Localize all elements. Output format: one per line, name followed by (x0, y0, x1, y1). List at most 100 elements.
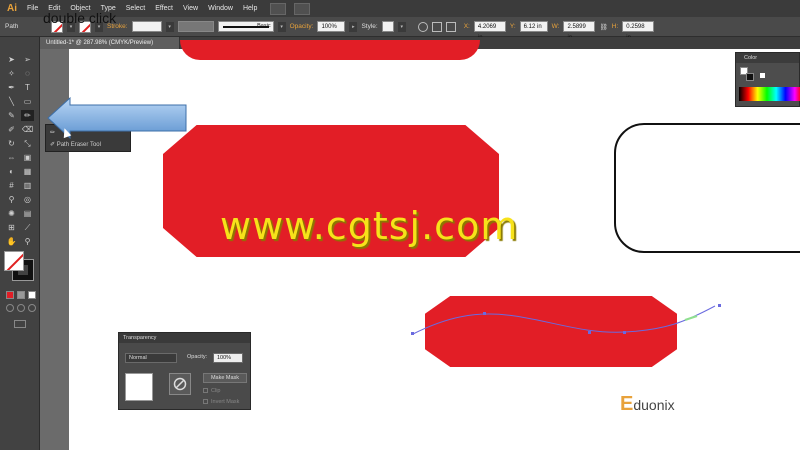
blend-tool-icon[interactable]: ◎ (21, 194, 34, 205)
pencil-tool-icon[interactable]: ✏ (21, 110, 34, 121)
selection-tool-icon[interactable]: ➤ (5, 54, 18, 65)
opacity-dropdown-icon[interactable]: ▸ (349, 21, 358, 32)
zoom-tool-icon[interactable]: ⚲ (21, 236, 34, 247)
lasso-tool-icon[interactable]: ◌ (21, 68, 34, 79)
fill-stroke-control[interactable] (4, 251, 34, 281)
slice-tool-icon[interactable]: ⟋ (21, 222, 34, 233)
callout-label: double click (43, 10, 117, 26)
blend-mode-select[interactable]: Normal (125, 353, 177, 363)
object-thumbnail (125, 373, 153, 401)
eraser-stroke (684, 315, 698, 321)
flyout-item-path-eraser[interactable]: ✐ Path Eraser Tool (50, 139, 101, 151)
rectangle-tool-icon[interactable]: ▭ (21, 96, 34, 107)
anchor-point[interactable] (588, 331, 591, 334)
blob-brush-tool-icon[interactable]: ✐ (5, 124, 18, 135)
hand-tool-icon[interactable]: ✋ (5, 236, 18, 247)
line-tool-icon[interactable]: ╲ (5, 96, 18, 107)
style-dropdown-icon[interactable]: ▾ (397, 21, 406, 32)
stroke-weight-dropdown-icon[interactable]: ▾ (165, 21, 174, 32)
no-mask-icon (169, 373, 191, 395)
w-field[interactable]: 2.5899 in (563, 21, 596, 41)
y-label: Y: (509, 23, 516, 30)
color-spectrum[interactable] (739, 87, 800, 101)
selected-path[interactable] (405, 298, 735, 343)
brush-dropdown-icon[interactable]: ▾ (277, 21, 286, 32)
graphic-style-swatch[interactable] (381, 21, 394, 32)
white-swatch[interactable] (760, 73, 765, 78)
pen-tool-icon[interactable]: ✒ (5, 82, 18, 93)
menu-file[interactable]: File (22, 0, 43, 17)
make-mask-button[interactable]: Make Mask (203, 373, 247, 383)
opacity-input[interactable]: 100% (213, 353, 243, 363)
direct-selection-tool-icon[interactable]: ➢ (21, 54, 34, 65)
menu-view[interactable]: View (178, 0, 203, 17)
anchor-point[interactable] (718, 304, 721, 307)
illustrator-window: Ai File Edit Object Type Select Effect V… (0, 0, 800, 450)
selection-type-label: Path (5, 23, 19, 30)
gradient-tool-icon[interactable]: ▥ (21, 180, 34, 191)
bridge-button[interactable] (270, 2, 287, 15)
anchor-point[interactable] (411, 332, 414, 335)
menu-window[interactable]: Window (203, 0, 238, 17)
artboard-tool-icon[interactable]: ⊞ (5, 222, 18, 233)
control-bar: Path ▾ ▾ Stroke: ▾ Basic ▾ Opacity: 100%… (0, 17, 800, 41)
paintbrush-tool-icon[interactable]: ✎ (5, 110, 18, 121)
gradient-mode-button[interactable] (17, 291, 25, 299)
flyout-item-label: Path Eraser Tool (56, 142, 101, 148)
color-panel-title: Color (736, 53, 799, 63)
clip-label: Clip (211, 388, 221, 394)
menu-effect[interactable]: Effect (150, 0, 178, 17)
opacity-field[interactable]: 100% (317, 21, 346, 32)
shape-builder-tool-icon[interactable]: ◐ (5, 166, 18, 177)
magic-wand-tool-icon[interactable]: ✧ (5, 68, 18, 79)
graph-tool-icon[interactable]: ▤ (21, 208, 34, 219)
x-field[interactable]: 4.2069 in (473, 21, 506, 41)
align-icon[interactable] (431, 21, 442, 32)
draw-behind-icon[interactable] (17, 304, 25, 312)
none-mode-button[interactable] (28, 291, 36, 299)
h-label: H: (611, 23, 619, 30)
mesh-tool-icon[interactable]: # (5, 180, 18, 191)
screen-mode-icon[interactable] (14, 320, 26, 328)
draw-inside-icon[interactable] (28, 304, 36, 312)
clip-checkbox[interactable]: Clip (203, 387, 251, 396)
invert-mask-checkbox[interactable]: Invert Mask (203, 398, 251, 407)
y-field[interactable]: 6.12 in (519, 21, 548, 32)
transparency-panel: Transparency Normal Opacity: 100% Make M… (118, 332, 251, 410)
anchor-point[interactable] (483, 312, 486, 315)
perspective-grid-tool-icon[interactable]: ▦ (21, 166, 34, 177)
recolor-artwork-icon[interactable] (417, 21, 428, 32)
red-shape-top[interactable] (180, 40, 480, 60)
menu-select[interactable]: Select (121, 0, 150, 17)
outlined-shape[interactable] (614, 123, 800, 253)
eduonix-logo: Eduonix (620, 393, 675, 415)
opacity-label[interactable]: Opacity: (290, 23, 314, 30)
type-tool-icon[interactable]: T (21, 82, 34, 93)
scale-tool-icon[interactable]: ⤡ (21, 138, 34, 149)
opacity-label: Opacity: (187, 354, 208, 360)
variable-width-field[interactable] (177, 21, 214, 32)
color-panel: Color (735, 52, 800, 107)
rotate-tool-icon[interactable]: ↻ (5, 138, 18, 149)
document-tab[interactable]: Untitled-1* @ 287.98% (CMYK/Preview) (40, 37, 180, 49)
h-field[interactable]: 0.2598 in (622, 21, 655, 41)
constrain-link-icon[interactable]: ⛓ (599, 23, 607, 31)
eyedropper-tool-icon[interactable]: ⚲ (5, 194, 18, 205)
anchor-point[interactable] (623, 331, 626, 334)
color-stroke-swatch[interactable] (746, 73, 754, 81)
fill-color-box[interactable] (4, 251, 24, 271)
width-tool-icon[interactable]: ⇔ (5, 152, 18, 163)
symbol-sprayer-tool-icon[interactable]: ✺ (5, 208, 18, 219)
eraser-tool-icon[interactable]: ⌫ (21, 124, 34, 135)
free-transform-tool-icon[interactable]: ▣ (21, 152, 34, 163)
x-label: X: (463, 23, 470, 30)
draw-normal-icon[interactable] (6, 304, 14, 312)
stroke-weight-field[interactable] (131, 21, 162, 32)
brush-definition[interactable]: Basic (217, 21, 274, 32)
menu-help[interactable]: Help (238, 0, 262, 17)
arrange-documents-button[interactable] (294, 2, 311, 15)
transform-icon[interactable] (445, 21, 456, 32)
color-mode-button[interactable] (6, 291, 14, 299)
invert-mask-label: Invert Mask (211, 399, 240, 405)
style-label: Style: (361, 23, 378, 30)
